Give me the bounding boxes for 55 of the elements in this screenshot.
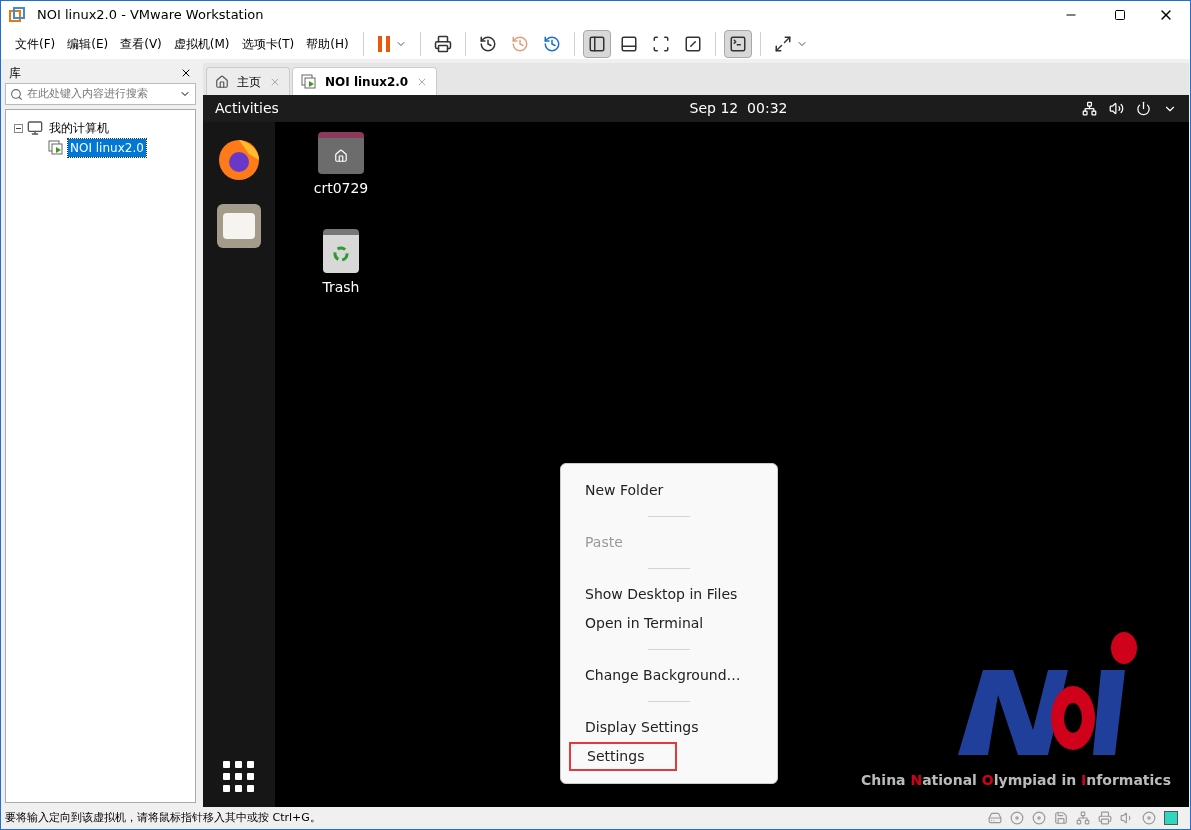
logo-caption: China National Olympiad in Informatics	[861, 771, 1171, 790]
clock-icon	[510, 35, 529, 53]
menu-item[interactable]: New Folder	[569, 476, 769, 505]
menu-item[interactable]: Open in Terminal	[569, 609, 769, 638]
library-view-button[interactable]	[582, 30, 611, 58]
menu-item[interactable]: 文件(F)	[9, 35, 62, 53]
tree-item[interactable]: NOI linux2.0	[68, 139, 146, 157]
vm-icon	[301, 73, 317, 90]
window-title: NOI linux2.0 - VMware Workstation	[37, 6, 265, 25]
trash-icon[interactable]	[323, 229, 359, 273]
printer-icon	[433, 35, 452, 53]
files-icon[interactable]	[217, 204, 261, 248]
expand-icon	[773, 35, 792, 53]
menu-item[interactable]: Settings	[569, 742, 677, 771]
vm-icon	[48, 140, 64, 156]
activities-button[interactable]: Activities	[215, 98, 515, 119]
status-text: 要将输入定向到该虚拟机，请将鼠标指针移入其中或按 Ctrl+G。	[5, 809, 322, 826]
terminal-icon	[728, 35, 747, 53]
app-grid-icon[interactable]	[223, 761, 255, 793]
panel-left-icon	[587, 35, 606, 53]
app-logo-icon	[9, 7, 25, 23]
tree-item[interactable]: 我的计算机	[47, 119, 111, 137]
clock[interactable]: Sep 12 00:32	[515, 98, 1082, 119]
home-folder-icon[interactable]	[318, 132, 364, 174]
close-icon[interactable]	[180, 67, 192, 79]
clock-icon	[478, 35, 497, 53]
slashed-square-icon	[683, 35, 702, 53]
computer-icon	[27, 120, 43, 136]
clock-icon	[542, 35, 561, 53]
note-icon[interactable]	[1164, 811, 1178, 825]
power-icon[interactable]	[1136, 101, 1151, 116]
tab[interactable]: NOI linux2.0	[292, 67, 438, 95]
search-field[interactable]: 在此处键入内容进行搜索	[5, 83, 196, 105]
menu-item[interactable]: 选项卡(T)	[235, 35, 301, 53]
menu-item[interactable]: 帮助(H)	[300, 35, 355, 53]
expand-toggle-icon[interactable]	[14, 123, 23, 133]
tab[interactable]: 主页	[206, 67, 290, 95]
menu-item[interactable]: 虚拟机(M)	[167, 35, 236, 53]
search-icon	[10, 87, 23, 101]
panel-bottom-icon	[619, 35, 638, 53]
home-icon	[215, 74, 229, 89]
desktop-icon-label[interactable]: crt0729	[313, 178, 369, 199]
volume-icon[interactable]	[1109, 101, 1124, 116]
console-view-button[interactable]	[723, 30, 752, 58]
desktop-icon-label[interactable]: Trash	[322, 277, 360, 298]
menu-item[interactable]: Change Background…	[569, 661, 769, 690]
menu-item[interactable]: Show Desktop in Files	[569, 580, 769, 609]
menu-item[interactable]: 编辑(E)	[61, 35, 115, 53]
menu-item[interactable]: Display Settings	[569, 713, 769, 742]
panel-title: 库	[9, 65, 21, 82]
fullscreen-icon	[651, 35, 670, 53]
menu-item[interactable]: 查看(V)	[114, 35, 168, 53]
maximize-icon[interactable]	[1114, 9, 1126, 21]
network-icon[interactable]	[1082, 101, 1097, 116]
pause-icon	[376, 35, 391, 53]
